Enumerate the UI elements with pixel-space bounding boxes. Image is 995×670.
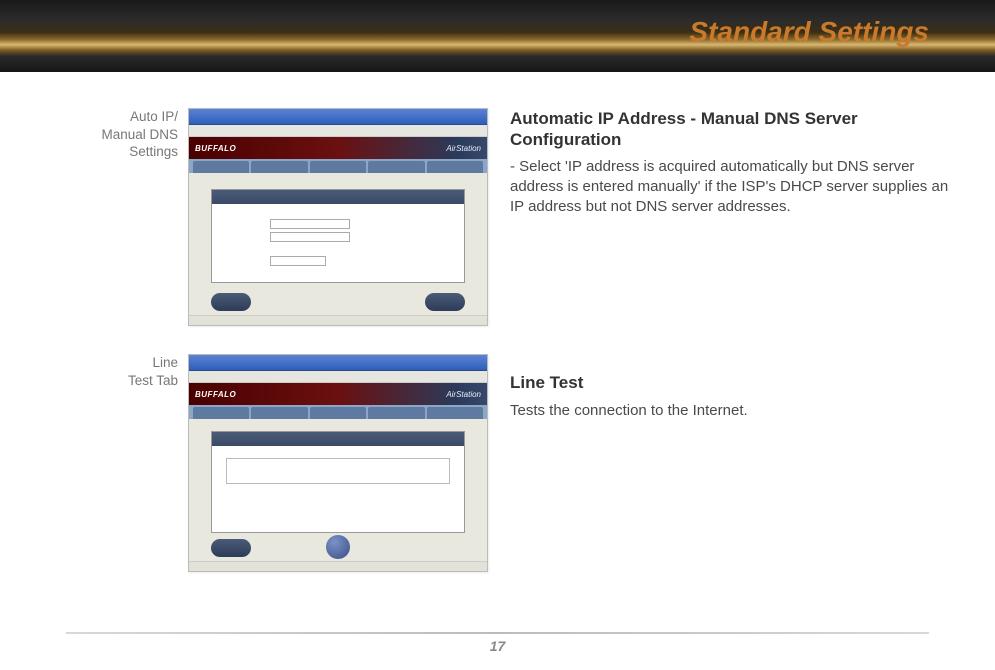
section-text: Line Test Tests the connection to the In…: [488, 354, 949, 572]
section-text: Automatic IP Address - Manual DNS Server…: [488, 108, 949, 326]
screenshot-auto-ip: BUFFALO AirStation: [188, 108, 488, 326]
next-button-icon: [425, 293, 465, 311]
header-band: Standard Settings: [0, 0, 995, 72]
screenshot-thumb-col: BUFFALO AirStation: [188, 354, 488, 572]
section-body: - Select 'IP address is acquired automat…: [510, 157, 949, 218]
section-auto-ip: Auto IP/ Manual DNS Settings BUFFALO Air…: [70, 108, 949, 326]
section-heading: Line Test: [510, 372, 949, 393]
screenshot-thumb-col: BUFFALO AirStation: [188, 108, 488, 326]
back-button-icon: [211, 293, 251, 311]
brand-logo: BUFFALO: [195, 390, 236, 399]
screenshot-line-test: BUFFALO AirStation: [188, 354, 488, 572]
brand-product: AirStation: [446, 144, 481, 153]
content-area: Auto IP/ Manual DNS Settings BUFFALO Air…: [0, 72, 995, 572]
action-button-icon: [326, 535, 350, 559]
page-number: 17: [0, 638, 995, 654]
section-line-test: Line Test Tab BUFFALO AirStation: [70, 354, 949, 572]
section-label: Auto IP/ Manual DNS Settings: [70, 108, 188, 326]
section-body: Tests the connection to the Internet.: [510, 401, 949, 421]
footer-rule: [66, 632, 929, 634]
section-label: Line Test Tab: [70, 354, 188, 572]
back-button-icon: [211, 539, 251, 557]
brand-product: AirStation: [446, 390, 481, 399]
section-heading: Automatic IP Address - Manual DNS Server…: [510, 108, 949, 151]
page-title: Standard Settings: [689, 16, 929, 48]
brand-logo: BUFFALO: [195, 144, 236, 153]
